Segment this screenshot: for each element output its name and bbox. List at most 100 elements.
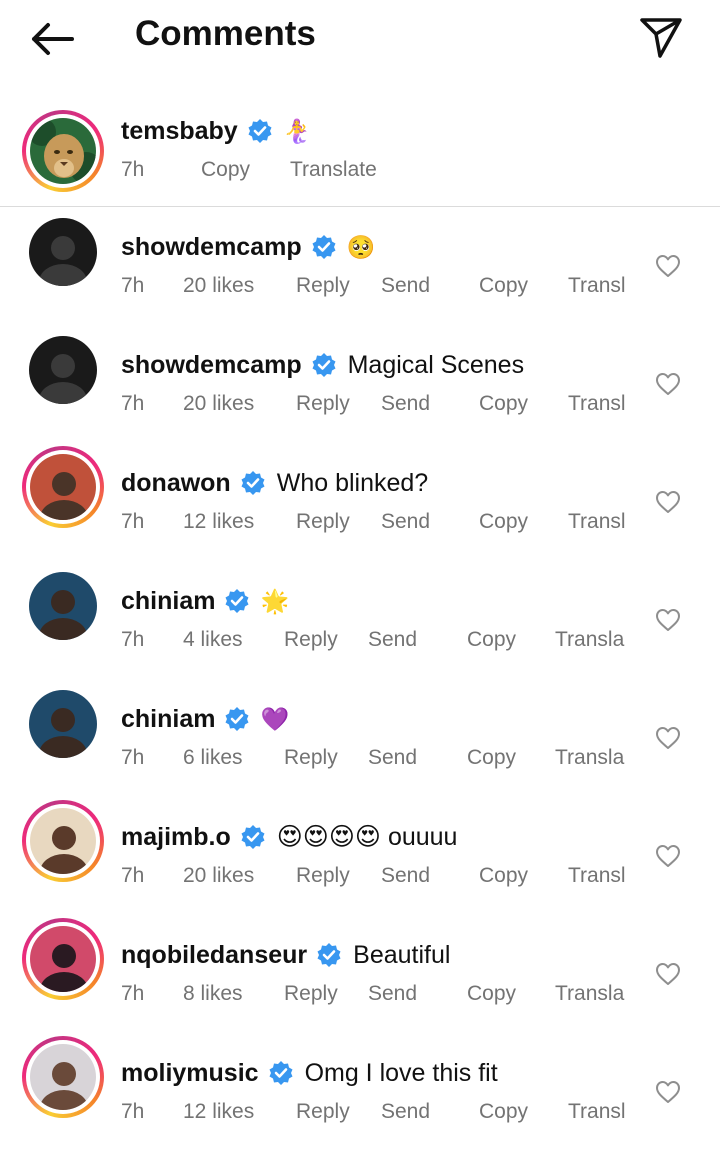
caption-text: 🧜‍♀️	[282, 117, 312, 144]
username[interactable]: moliymusic	[121, 1059, 259, 1088]
avatar[interactable]	[22, 110, 104, 192]
like-heart-icon[interactable]	[655, 372, 681, 396]
reply-button[interactable]: Reply	[284, 746, 338, 770]
likes-count[interactable]: 4 likes	[183, 628, 243, 652]
avatar-image	[29, 690, 97, 758]
translate-button[interactable]: Transl	[568, 864, 626, 888]
comment-text: 🌟	[260, 587, 290, 614]
avatar-image	[30, 808, 96, 874]
translate-button[interactable]: Transl	[568, 1100, 626, 1124]
username[interactable]: donawon	[121, 469, 231, 498]
comment-line: nqobiledanseur Beautiful	[121, 938, 450, 972]
send-button[interactable]: Send	[381, 864, 430, 888]
username[interactable]: chiniam	[121, 587, 215, 616]
translate-button[interactable]: Transl	[568, 510, 626, 534]
translate-button[interactable]: Transla	[555, 746, 624, 770]
avatar[interactable]	[22, 800, 104, 882]
reply-button[interactable]: Reply	[296, 1100, 350, 1124]
comment-line: showdemcamp 🥺	[121, 230, 375, 264]
copy-button[interactable]: Copy	[201, 158, 250, 182]
reply-button[interactable]: Reply	[284, 628, 338, 652]
username[interactable]: showdemcamp	[121, 233, 302, 262]
timestamp: 7h	[121, 510, 145, 533]
like-heart-icon[interactable]	[655, 962, 681, 986]
reply-button[interactable]: Reply	[296, 510, 350, 534]
likes-count[interactable]: 12 likes	[183, 510, 254, 534]
timestamp: 7h	[121, 982, 145, 1005]
avatar-image	[30, 454, 96, 520]
like-heart-icon[interactable]	[655, 254, 681, 278]
username[interactable]: temsbaby	[121, 117, 238, 146]
paper-plane-icon[interactable]	[638, 14, 684, 60]
translate-button[interactable]: Transl	[568, 392, 626, 416]
send-button[interactable]: Send	[381, 274, 430, 298]
copy-button[interactable]: Copy	[479, 864, 528, 888]
copy-button[interactable]: Copy	[467, 982, 516, 1006]
like-heart-icon[interactable]	[655, 844, 681, 868]
verified-badge-icon	[312, 235, 336, 259]
send-button[interactable]: Send	[381, 1100, 430, 1124]
send-button[interactable]: Send	[381, 392, 430, 416]
verified-badge-icon	[241, 825, 265, 849]
avatar[interactable]	[29, 336, 97, 404]
username[interactable]: showdemcamp	[121, 351, 302, 380]
likes-count[interactable]: 12 likes	[183, 1100, 254, 1124]
comment-row: showdemcamp Magical Scenes 7h 20 likes Reply…	[0, 334, 720, 452]
like-heart-icon[interactable]	[655, 726, 681, 750]
username[interactable]: majimb.o	[121, 823, 231, 852]
avatar[interactable]	[29, 690, 97, 758]
comment-row: chiniam 💜 7h 6 likes Reply Send Copy Transla	[0, 688, 720, 806]
reply-button[interactable]: Reply	[296, 864, 350, 888]
copy-button[interactable]: Copy	[479, 1100, 528, 1124]
comment-text: 🥺	[346, 233, 376, 260]
copy-button[interactable]: Copy	[479, 392, 528, 416]
likes-count[interactable]: 20 likes	[183, 274, 254, 298]
likes-count[interactable]: 20 likes	[183, 392, 254, 416]
comment-text: 😍😍😍😍 ouuuu	[276, 823, 458, 851]
avatar[interactable]	[29, 218, 97, 286]
avatar[interactable]	[22, 1036, 104, 1118]
likes-count[interactable]: 20 likes	[183, 864, 254, 888]
like-heart-icon[interactable]	[655, 608, 681, 632]
avatar-image	[29, 218, 97, 286]
send-button[interactable]: Send	[368, 982, 417, 1006]
reply-button[interactable]: Reply	[284, 982, 338, 1006]
comment-text: 💜	[260, 705, 290, 732]
translate-button[interactable]: Transla	[555, 628, 624, 652]
back-arrow-icon[interactable]	[28, 18, 76, 60]
username[interactable]: chiniam	[121, 705, 215, 734]
post-caption: temsbaby 🧜‍♀️ 7h Copy Translate	[0, 98, 720, 207]
avatar[interactable]	[22, 446, 104, 528]
avatar[interactable]	[29, 572, 97, 640]
comment-row: moliymusic Omg I love this fit 7h 12 likes R…	[0, 1036, 720, 1160]
avatar[interactable]	[22, 918, 104, 1000]
verified-badge-icon	[225, 707, 249, 731]
comment-line: showdemcamp Magical Scenes	[121, 348, 524, 382]
translate-button[interactable]: Transl	[568, 274, 626, 298]
comment-row: chiniam 🌟 7h 4 likes Reply Send Copy Transla	[0, 570, 720, 688]
copy-button[interactable]: Copy	[467, 628, 516, 652]
timestamp: 7h	[121, 746, 145, 769]
like-heart-icon[interactable]	[655, 1080, 681, 1104]
send-button[interactable]: Send	[368, 628, 417, 652]
comment-line: majimb.o 😍😍😍😍 ouuuu	[121, 820, 457, 854]
send-button[interactable]: Send	[368, 746, 417, 770]
timestamp: 7h	[121, 158, 145, 181]
timestamp: 7h	[121, 1100, 145, 1123]
copy-button[interactable]: Copy	[479, 510, 528, 534]
comment-row: donawon Who blinked? 7h 12 likes Reply Send Co…	[0, 446, 720, 570]
likes-count[interactable]: 6 likes	[183, 746, 243, 770]
username[interactable]: nqobiledanseur	[121, 941, 307, 970]
like-heart-icon[interactable]	[655, 490, 681, 514]
comment-row: showdemcamp 🥺 7h 20 likes Reply Send Copy Trans…	[0, 216, 720, 334]
likes-count[interactable]: 8 likes	[183, 982, 243, 1006]
translate-button[interactable]: Transla	[555, 982, 624, 1006]
reply-button[interactable]: Reply	[296, 392, 350, 416]
send-button[interactable]: Send	[381, 510, 430, 534]
copy-button[interactable]: Copy	[479, 274, 528, 298]
reply-button[interactable]: Reply	[296, 274, 350, 298]
translate-button[interactable]: Translate	[290, 158, 377, 182]
verified-badge-icon	[312, 353, 336, 377]
copy-button[interactable]: Copy	[467, 746, 516, 770]
verified-badge-icon	[248, 119, 272, 143]
